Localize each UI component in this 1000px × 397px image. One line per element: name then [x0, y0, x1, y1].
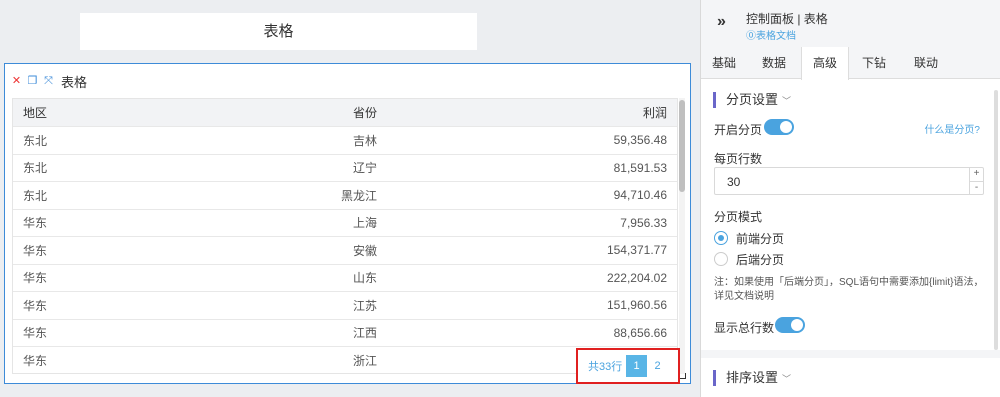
cell-province: 浙江 [123, 346, 385, 373]
show-total-rows-label: 显示总行数 [714, 321, 775, 335]
sort-section-title: 排序设置 [726, 370, 779, 385]
scrollbar-thumb[interactable] [679, 100, 685, 192]
copy-icon[interactable]: ❐ [27, 75, 38, 87]
rows-per-page-label: 每页行数 [714, 152, 763, 166]
column-header-region[interactable]: 地区 [13, 99, 123, 127]
data-table: 地区 省份 利润 东北 吉林 59,356.48 东北 辽宁 81,591.53 东北黑… [12, 98, 678, 374]
collapse-panel-icon[interactable]: » [717, 13, 726, 31]
pagination: 共33行 1 2 [576, 348, 680, 384]
cell-profit: 59,356.48 [385, 126, 677, 155]
table-row: 华东 江西 88,656.66 [13, 319, 677, 347]
enable-pagination-toggle[interactable] [764, 119, 794, 135]
cell-profit: 88,656.66 [385, 319, 677, 347]
rows-per-page-stepper: + - [969, 168, 983, 194]
control-panel: » 控制面板 | 表格 ⓪表格文档 基础 数据 高级 下钻 联动 分页设置 ﹀ 开… [700, 0, 1000, 397]
cell-profit: 7,956.33 [385, 209, 677, 237]
stepper-increment[interactable]: + [970, 168, 983, 181]
cell-province: 安徽 [123, 236, 385, 265]
radio-label: 后端分页 [736, 252, 785, 267]
table-row: 东北 辽宁 81,591.53 [13, 154, 677, 182]
cell-profit: 154,371.77 [385, 236, 677, 265]
cell-province: 山东 [123, 264, 385, 292]
show-total-rows-toggle[interactable] [775, 317, 805, 333]
column-header-profit[interactable]: 利润 [385, 99, 677, 127]
cell-province: 上海 [123, 209, 385, 237]
tab-drilldown[interactable]: 下钻 [849, 47, 899, 79]
cell-province: 黑龙江 [123, 181, 385, 210]
chevron-down-icon: ﹀ [782, 374, 792, 384]
table-row: 华东 山东 222,204.02 [13, 264, 677, 292]
cell-region: 华东 [13, 291, 123, 320]
table-header-row: 地区 省份 利润 [13, 99, 677, 127]
radio-button[interactable] [714, 231, 728, 245]
chevron-down-icon: ﹀ [782, 96, 792, 106]
tab-advanced[interactable]: 高级 [801, 47, 849, 80]
cell-region: 东北 [13, 154, 123, 182]
page-button-1[interactable]: 1 [626, 355, 647, 377]
panel-title: 控制面板 | 表格 [746, 12, 828, 26]
page-button-2[interactable]: 2 [647, 355, 668, 377]
cell-region: 华东 [13, 209, 123, 237]
tab-basic[interactable]: 基础 [701, 47, 747, 79]
table-row: 东北 黑龙江 94,710.46 [13, 181, 677, 210]
column-header-province[interactable]: 省份 [123, 99, 385, 127]
dashboard-canvas: 表格 ✕ ❐ ⤧ 表格 地区 省份 利润 东北 吉林 59,356.48 东北 辽宁 8… [0, 0, 700, 397]
cell-province: 江西 [123, 319, 385, 347]
radio-frontend-pagination[interactable]: 前端分页 [714, 230, 784, 246]
cell-profit: 81,591.53 [385, 154, 677, 182]
pagination-mode-label: 分页模式 [714, 210, 763, 224]
section-separator [701, 350, 1000, 358]
cell-province: 辽宁 [123, 154, 385, 182]
title-widget[interactable]: 表格 [80, 13, 477, 50]
widget-title: 表格 [61, 74, 88, 90]
rows-per-page-input[interactable]: 30 + - [714, 167, 984, 195]
radio-backend-pagination[interactable]: 后端分页 [714, 251, 784, 267]
close-icon[interactable]: ✕ [11, 75, 22, 87]
radio-button[interactable] [714, 252, 728, 266]
table-row: 华东 江苏 151,960.56 [13, 291, 677, 320]
tab-data[interactable]: 数据 [747, 47, 801, 79]
cell-profit: 151,960.56 [385, 291, 677, 320]
table-row: 华东 安徽 154,371.77 [13, 236, 677, 265]
expand-icon[interactable]: ⤧ [43, 75, 54, 87]
cell-province: 吉林 [123, 126, 385, 155]
stepper-decrement[interactable]: - [970, 181, 983, 194]
table-scrollbar[interactable] [679, 98, 685, 374]
table-row: 华东 上海 7,956.33 [13, 209, 677, 237]
cell-region: 东北 [13, 181, 123, 210]
cell-province: 江苏 [123, 291, 385, 320]
widget-toolbar: ✕ ❐ ⤧ 表格 [11, 72, 87, 90]
panel-scrollbar[interactable] [994, 90, 998, 350]
cell-region: 华东 [13, 264, 123, 292]
rows-per-page-value: 30 [727, 175, 741, 189]
resize-handle[interactable] [680, 373, 686, 379]
cell-region: 东北 [13, 126, 123, 155]
pagination-total: 共33行 [588, 361, 623, 373]
cell-region: 华东 [13, 319, 123, 347]
table-widget[interactable]: ✕ ❐ ⤧ 表格 地区 省份 利润 东北 吉林 59,356.48 东北 辽宁 81,5… [4, 63, 691, 384]
cell-region: 华东 [13, 346, 123, 373]
panel-tabs: 基础 数据 高级 下钻 联动 [701, 47, 1000, 80]
sort-section-header[interactable]: 排序设置 ﹀ [713, 370, 791, 386]
table-row: 东北 吉林 59,356.48 [13, 126, 677, 155]
tab-linkage[interactable]: 联动 [899, 47, 953, 79]
table-doc-link[interactable]: ⓪表格文档 [746, 27, 796, 42]
pagination-section-header[interactable]: 分页设置 ﹀ [713, 92, 791, 108]
radio-label: 前端分页 [736, 231, 785, 246]
panel-header: » 控制面板 | 表格 ⓪表格文档 [701, 0, 1000, 47]
what-is-pagination-link[interactable]: 什么是分页? [924, 121, 980, 136]
pagination-section-title: 分页设置 [726, 92, 779, 107]
pagination-note: 注：如果使用「后端分页」，SQL语句中需要添加{limit}语法，详见文档说明 [714, 277, 984, 302]
cell-profit: 222,204.02 [385, 264, 677, 292]
cell-region: 华东 [13, 236, 123, 265]
cell-profit: 94,710.46 [385, 181, 677, 210]
enable-pagination-label: 开启分页 [714, 123, 763, 137]
